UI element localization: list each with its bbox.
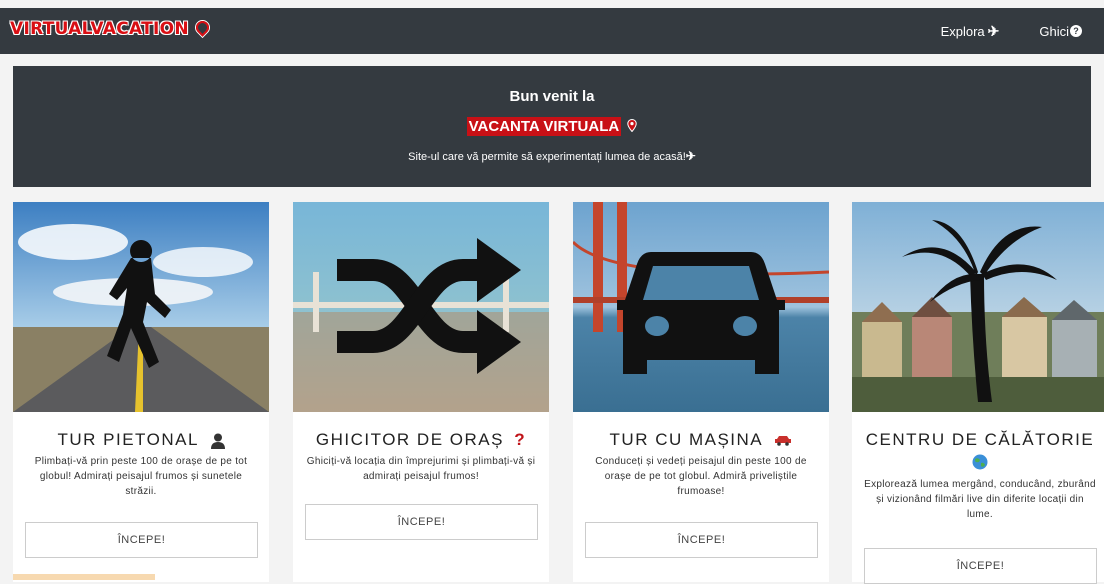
card-image bbox=[293, 202, 549, 412]
card-title: GHICITOR DE ORAȘ ? bbox=[293, 430, 549, 450]
card-car-tour: TUR CU MAȘINA Conduceți și vedeți peisaj… bbox=[573, 202, 829, 582]
nav-link-ghici[interactable]: Ghici ? bbox=[1039, 24, 1082, 39]
card-description: Ghiciți-vă locația din împrejurimi și pl… bbox=[306, 456, 536, 482]
card-city-guesser: GHICITOR DE ORAȘ ? Ghiciți-vă locația di… bbox=[293, 202, 549, 582]
hero-brand: VACANTA VIRTUALA bbox=[13, 117, 1091, 136]
card-title-text: GHICITOR DE ORAȘ bbox=[315, 430, 504, 449]
card-title: CENTRU DE CĂLĂTORIE bbox=[852, 430, 1104, 450]
start-button[interactable]: ÎNCEPE! bbox=[585, 522, 818, 558]
start-button[interactable]: ÎNCEPE! bbox=[305, 504, 538, 540]
map-pin-icon bbox=[627, 119, 638, 132]
hero-title: Bun venit la bbox=[509, 88, 595, 105]
navbar: VIRTUALVACATION Explora ✈ Ghici ? bbox=[0, 8, 1104, 54]
card-title: TUR PIETONAL bbox=[13, 430, 269, 450]
card-travel-center: CENTRU DE CĂLĂTORIE Explorează lumea mer… bbox=[852, 202, 1104, 584]
plane-icon: ✈ bbox=[685, 149, 696, 163]
hero-banner: Bun venit la VACANTA VIRTUALA Site-ul ca… bbox=[13, 66, 1091, 187]
globe-icon-wrap bbox=[852, 454, 1104, 475]
card-title-text: TUR CU MAȘINA bbox=[609, 430, 763, 449]
user-icon bbox=[210, 433, 225, 449]
brand-logo[interactable]: VIRTUALVACATION bbox=[10, 17, 212, 39]
question-mark-icon: ? bbox=[514, 430, 527, 449]
car-icon bbox=[775, 436, 792, 446]
card-walking-tour: TUR PIETONAL Plimbați-vă prin peste 100 … bbox=[13, 202, 269, 582]
card-image bbox=[13, 202, 269, 412]
card-title: TUR CU MAȘINA bbox=[573, 430, 829, 450]
globe-icon bbox=[972, 454, 988, 470]
map-pin-icon bbox=[193, 17, 212, 37]
plane-icon: ✈ bbox=[987, 22, 1000, 39]
hero-subtitle: Site-ul care vă permite să experimentați… bbox=[13, 149, 1091, 163]
card-description: Explorează lumea mergând, conducând, zbu… bbox=[864, 479, 1096, 520]
car-front-icon bbox=[617, 252, 785, 374]
card-image bbox=[852, 202, 1104, 412]
hero-subtitle-text: Site-ul care vă permite să experimentați… bbox=[408, 151, 686, 163]
nav-link-label[interactable]: Explora bbox=[941, 24, 985, 39]
partial-element bbox=[13, 574, 155, 580]
brand-text[interactable]: VIRTUALVACATION bbox=[10, 19, 189, 39]
nav-link-explora[interactable]: Explora ✈ bbox=[941, 23, 1000, 40]
hero-brand-text: VACANTA VIRTUALA bbox=[466, 117, 622, 136]
nav-link-label[interactable]: Ghici bbox=[1039, 24, 1069, 39]
card-description: Conduceți și vedeți peisajul din peste 1… bbox=[595, 456, 807, 497]
card-title-text: TUR PIETONAL bbox=[57, 430, 199, 449]
card-image bbox=[573, 202, 829, 412]
start-button[interactable]: ÎNCEPE! bbox=[25, 522, 258, 558]
question-circle-icon: ? bbox=[1070, 25, 1082, 37]
nav-links: Explora ✈ Ghici ? bbox=[941, 8, 1104, 54]
card-description: Plimbați-vă prin peste 100 de orașe de p… bbox=[34, 456, 248, 497]
card-title-text: CENTRU DE CĂLĂTORIE bbox=[865, 430, 1095, 449]
